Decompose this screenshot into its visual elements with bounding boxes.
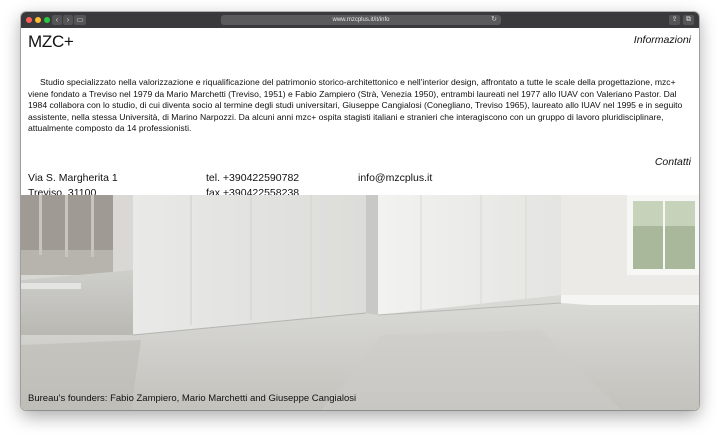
- contacts-heading[interactable]: Contatti: [655, 156, 691, 168]
- back-button[interactable]: ‹: [52, 15, 62, 25]
- url-text: www.mzcplus.it/it/info: [332, 17, 390, 23]
- close-window-button[interactable]: [26, 17, 32, 23]
- address-street: Via S. Margherita 1: [28, 172, 118, 184]
- site-logo[interactable]: MZC+: [28, 32, 74, 52]
- tabs-overview-icon[interactable]: ⧉: [683, 15, 694, 25]
- photo-caption: Bureau's founders: Fabio Zampiero, Mario…: [28, 393, 357, 404]
- forward-button[interactable]: ›: [63, 15, 73, 25]
- phone-number[interactable]: tel. +390422590782: [206, 171, 299, 186]
- address-bar[interactable]: www.mzcplus.it/it/info ↻: [221, 15, 501, 25]
- browser-toolbar: ‹ › ▭ www.mzcplus.it/it/info ↻ ⇪ ⧉: [21, 12, 699, 28]
- maximize-window-button[interactable]: [44, 17, 50, 23]
- share-icon[interactable]: ⇪: [669, 15, 680, 25]
- nav-informazioni[interactable]: Informazioni: [634, 34, 691, 46]
- reload-icon[interactable]: ↻: [491, 15, 497, 25]
- minimize-window-button[interactable]: [35, 17, 41, 23]
- sidebar-toggle-icon[interactable]: ▭: [74, 15, 86, 25]
- interior-photo: Bureau's founders: Fabio Zampiero, Mario…: [21, 195, 699, 410]
- email-block: info@mzcplus.it: [358, 171, 432, 186]
- studio-description: Studio specializzato nella valorizzazion…: [28, 77, 683, 134]
- page-content: MZC+ Informazioni Studio specializzato n…: [21, 28, 699, 410]
- browser-window: ‹ › ▭ www.mzcplus.it/it/info ↻ ⇪ ⧉ MZC+ …: [21, 12, 699, 410]
- email-link[interactable]: info@mzcplus.it: [358, 171, 432, 186]
